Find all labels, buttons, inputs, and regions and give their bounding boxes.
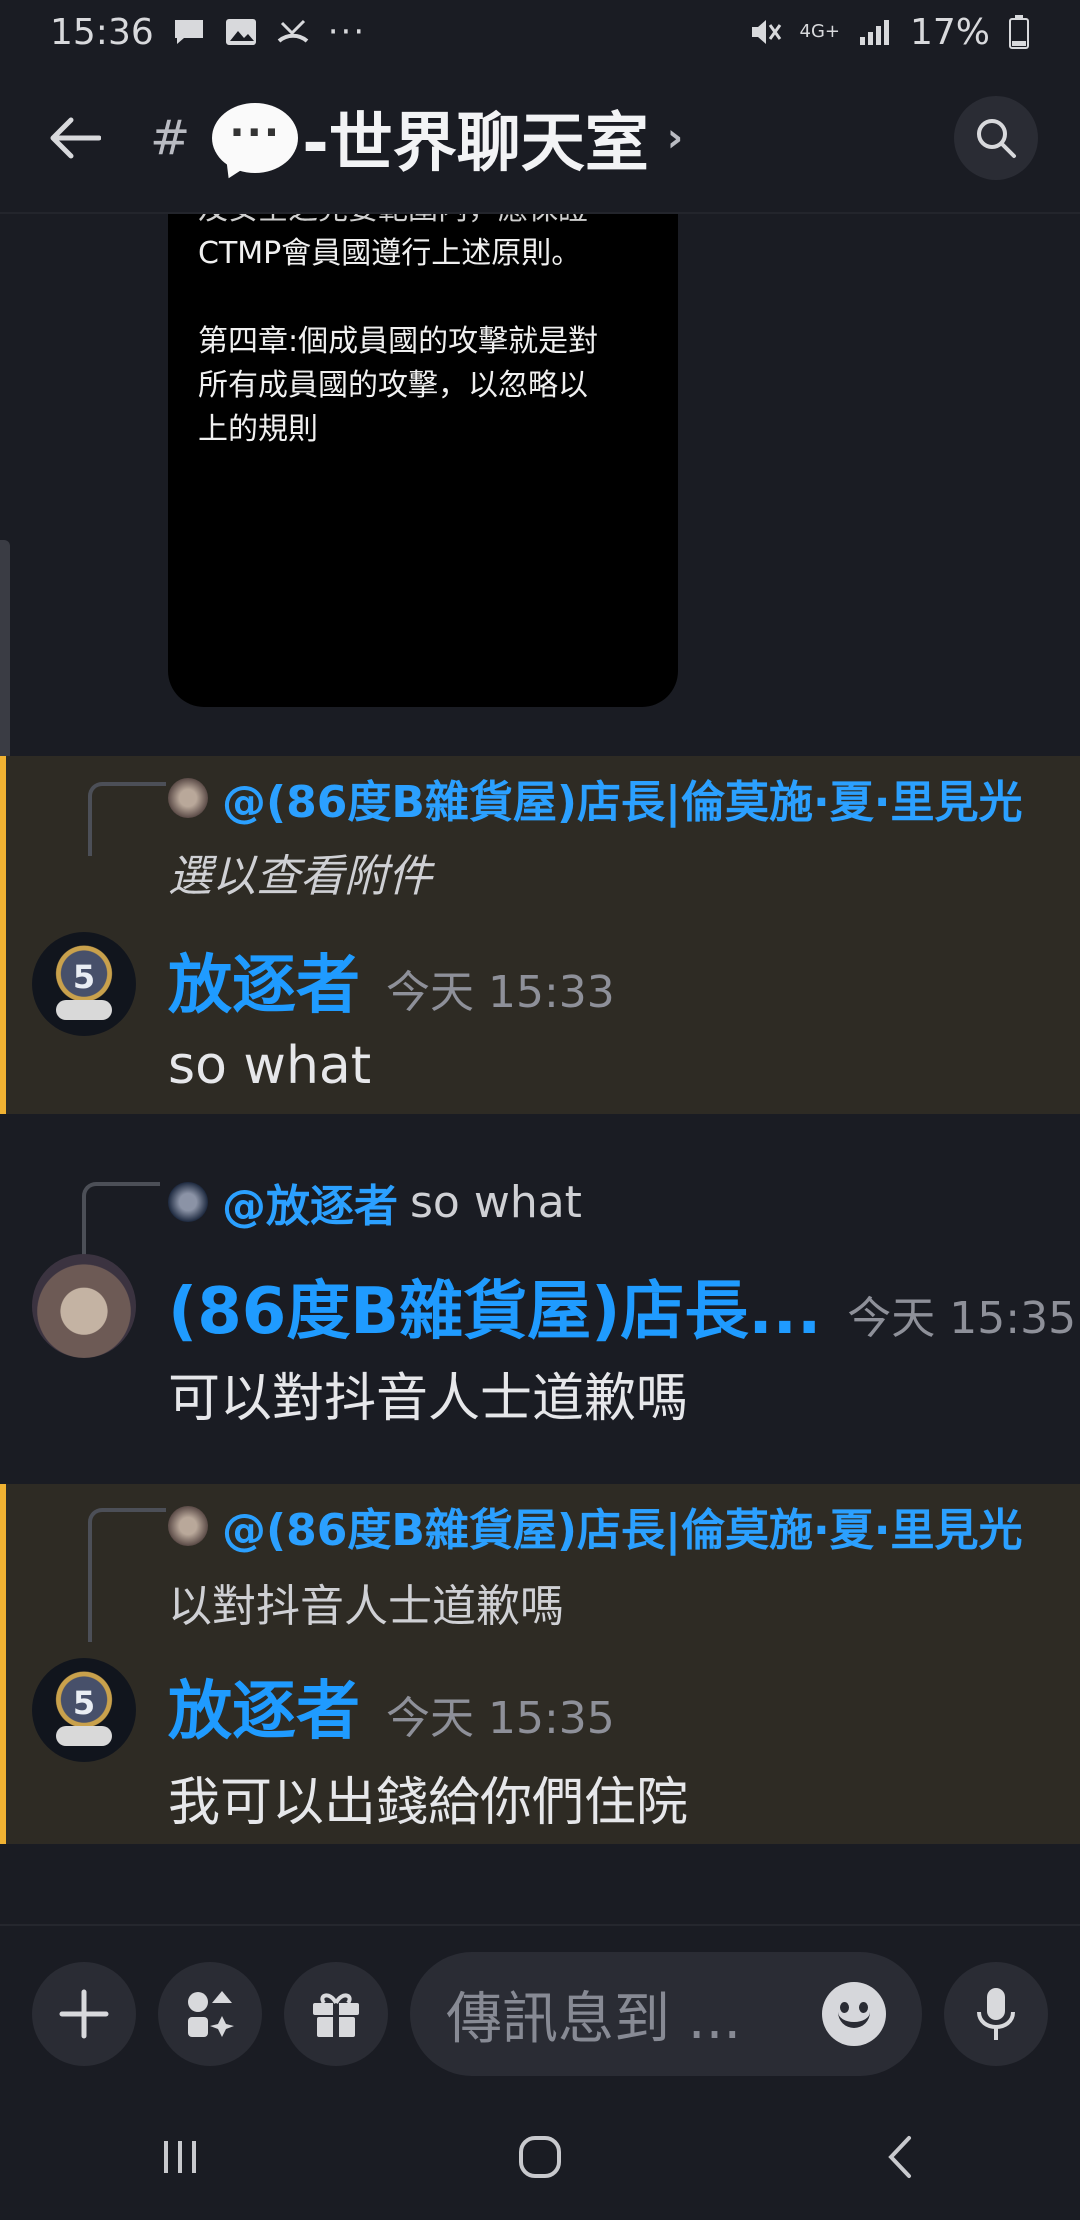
avatar-badge: 5 (72, 958, 96, 996)
message-timestamp: 今天 15:35 (386, 1693, 615, 1744)
reply-text: 以對抖音人士道歉嗎 (168, 1581, 564, 1632)
missed-call-icon (277, 19, 309, 43)
reply-connector (88, 782, 166, 856)
status-bar: 15:36 ··· 4G+ 17% (0, 0, 1080, 64)
battery-icon (1009, 15, 1029, 49)
message-header: 放逐者 今天 15:35 (168, 1660, 615, 1752)
reply-text: so what (410, 1176, 582, 1228)
recent-apps-button[interactable] (120, 2117, 240, 2197)
message-text: so what (168, 1036, 372, 1096)
recent-apps-icon (164, 2141, 196, 2173)
image-icon (225, 19, 256, 45)
reply-mention: @放逐者 (222, 1181, 398, 1232)
chat-bubble-icon (174, 20, 203, 44)
chevron-right-icon: › (666, 115, 684, 161)
reply-attachment-text: 選以查看附件 (168, 851, 432, 902)
home-button[interactable] (480, 2117, 600, 2197)
message-header: 放逐者 今天 15:33 (168, 934, 615, 1026)
back-button[interactable] (40, 103, 110, 173)
speech-bubble-icon: ··· (212, 103, 299, 173)
avatar[interactable]: 5 (32, 1658, 136, 1762)
apps-button[interactable] (158, 1962, 262, 2066)
network-icon: 4G+ (799, 21, 840, 42)
signal-icon (859, 20, 889, 45)
system-navigation-bar (0, 2094, 1080, 2220)
add-button[interactable] (32, 1962, 136, 2066)
channel-header: # ··· -世界聊天室 › (0, 64, 1080, 212)
message-timestamp: 今天 15:33 (386, 967, 615, 1018)
avatar-skulls (56, 1000, 112, 1020)
search-button[interactable] (954, 96, 1038, 180)
message-composer: 傳訊息到 ... (0, 1924, 1080, 2094)
voice-button[interactable] (944, 1962, 1048, 2066)
message-header: (86度B雜貨屋)店長... 今天 15:35 (168, 1260, 1076, 1352)
status-time: 15:36 (50, 11, 154, 53)
author-name[interactable]: 放逐者 (168, 934, 360, 1026)
battery-percent: 17% (909, 11, 990, 53)
channel-hash: # (150, 110, 191, 166)
reply-preview[interactable]: @放逐者 so what (168, 1170, 582, 1234)
status-right: 4G+ 17% (748, 12, 1031, 53)
gift-icon (313, 1993, 359, 2037)
home-icon (519, 2136, 561, 2178)
author-name[interactable]: (86度B雜貨屋)店長... (168, 1260, 821, 1352)
message-item[interactable]: @(86度B雜貨屋)店長|倫莫施·夏·里見光 選以查看附件 5 放逐者 今天 1… (0, 756, 1080, 1114)
message-text: 可以對抖音人士道歉嗎 (168, 1369, 689, 1429)
attachment-gap (198, 276, 648, 320)
emoji-icon[interactable] (822, 1982, 886, 2046)
emoji-mouth (838, 2012, 870, 2028)
attachment-partial-line: 及安全之宪要範圍内，應保證 (198, 214, 648, 232)
reply-avatar (168, 1506, 208, 1546)
reply-avatar (168, 1182, 208, 1222)
image-attachment[interactable]: 及安全之宪要範圍内，應保證 CTMP會員國遵行上述原則。 第四章:個成員國的攻擊… (168, 214, 678, 707)
avatar[interactable] (32, 1254, 136, 1358)
message-text: 我可以出錢給你們住院 (168, 1773, 689, 1833)
mute-icon (751, 20, 781, 44)
avatar-badge: 5 (72, 1684, 96, 1722)
add-icon (59, 1989, 109, 2039)
message-timestamp: 今天 15:35 (847, 1293, 1077, 1344)
avatar[interactable]: 5 (32, 932, 136, 1036)
reply-mention: @(86度B雜貨屋)店長|倫莫施·夏·里見光 (222, 1505, 1023, 1556)
microphone-icon (977, 1988, 1015, 2040)
message-item[interactable]: @(86度B雜貨屋)店長|倫莫施·夏·里見光 以對抖音人士道歉嗎 5 放逐者 今… (0, 1484, 1080, 1844)
reply-avatar (168, 778, 208, 818)
search-icon (977, 119, 1016, 158)
avatar-skulls (56, 1726, 112, 1746)
message-placeholder: 傳訊息到 ... (446, 1986, 742, 2052)
reply-connector (88, 1508, 166, 1642)
attachment-line-1: CTMP會員國遵行上述原則。 (198, 236, 582, 271)
gift-button[interactable] (284, 1962, 388, 2066)
author-name[interactable]: 放逐者 (168, 1660, 360, 1752)
apps-icon (188, 1991, 234, 2037)
back-chevron-icon (888, 2136, 911, 2178)
reply-connector (82, 1182, 160, 1256)
reply-preview[interactable]: @(86度B雜貨屋)店長|倫莫施·夏·里見光 (168, 766, 1023, 830)
attachment-line-2: 第四章:個成員國的攻擊就是對 所有成員國的攻擊，以忽略以 上的規則 (198, 324, 599, 447)
more-dots-icon: ··· (327, 12, 367, 52)
arrow-left-icon (50, 117, 101, 159)
reply-preview[interactable]: @(86度B雜貨屋)店長|倫莫施·夏·里見光 (168, 1494, 1023, 1558)
message-input[interactable]: 傳訊息到 ... (410, 1952, 922, 2076)
channel-name: -世界聊天室 (302, 107, 649, 181)
status-left: 15:36 ··· (50, 12, 366, 53)
channel-title[interactable]: ··· -世界聊天室 › (212, 92, 683, 184)
back-nav-button[interactable] (840, 2117, 960, 2197)
reply-mention: @(86度B雜貨屋)店長|倫莫施·夏·里見光 (222, 777, 1023, 828)
message-item[interactable]: @放逐者 so what (86度B雜貨屋)店長... 今天 15:35 可以對… (0, 1160, 1080, 1460)
